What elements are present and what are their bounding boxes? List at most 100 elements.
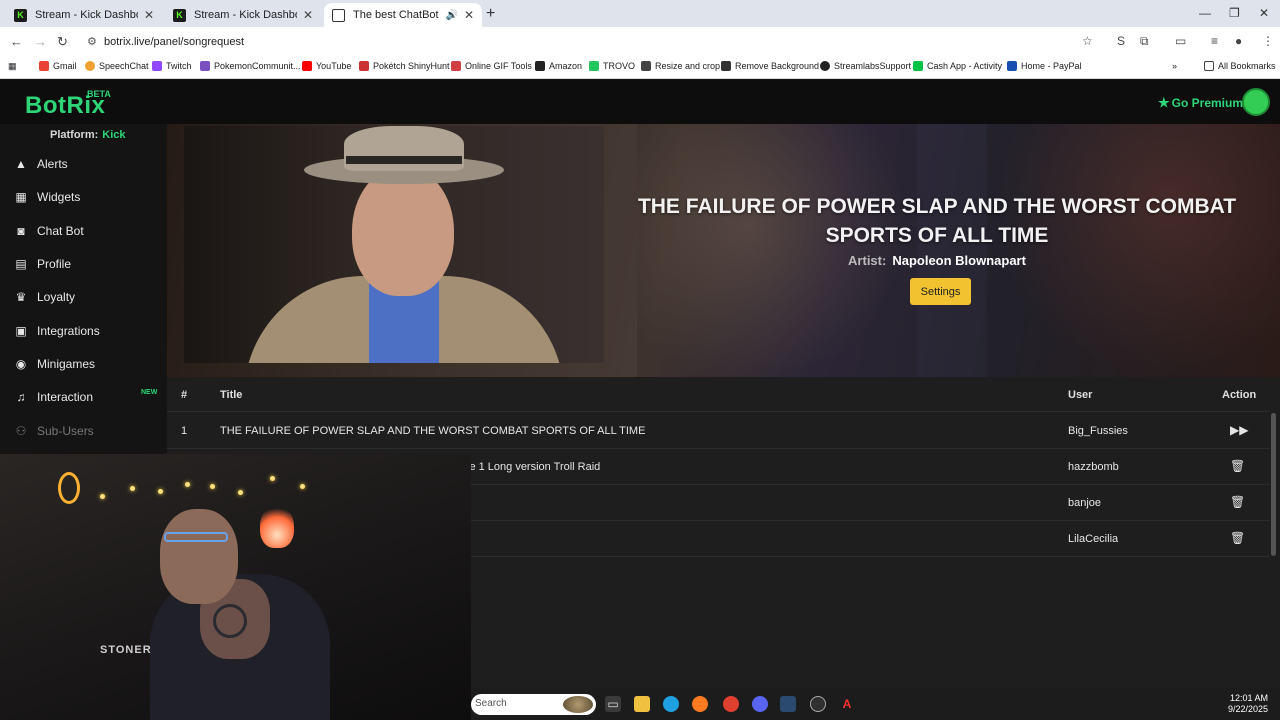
- bookmark-resize[interactable]: Resize and crop: [641, 61, 720, 71]
- all-bookmarks[interactable]: All Bookmarks: [1204, 61, 1276, 71]
- bookmark-twitch[interactable]: Twitch: [152, 61, 192, 71]
- trophy-icon: ♛: [15, 290, 27, 304]
- sidebar-item-integrations[interactable]: ▣ Integrations: [0, 317, 167, 345]
- bookmark-youtube[interactable]: YouTube: [302, 61, 351, 71]
- forward-icon[interactable]: →: [34, 34, 47, 49]
- site-settings-icon[interactable]: ⚙: [87, 35, 97, 48]
- sidebar-item-profile[interactable]: ▤ Profile: [0, 250, 167, 278]
- more-bookmarks-icon[interactable]: »: [1172, 61, 1177, 71]
- tab-title: Stream - Kick Dashboard: [35, 9, 138, 21]
- task-view-icon[interactable]: ▭: [605, 696, 621, 712]
- settings-button[interactable]: Settings: [910, 278, 971, 305]
- bookmark-pokemoncommunity[interactable]: PokemonCommunit...: [200, 61, 301, 71]
- bookmark-gif-tools[interactable]: Online GIF Tools: [451, 61, 532, 71]
- bookmark-poketch[interactable]: Pokétch ShinyHunt: [359, 61, 450, 71]
- menu-icon[interactable]: ⋮: [1262, 34, 1274, 48]
- bookmark-gmail[interactable]: Gmail: [39, 61, 77, 71]
- new-badge: NEW: [141, 389, 158, 396]
- close-icon[interactable]: ✕: [144, 8, 154, 22]
- taskbar-search[interactable]: Search: [471, 694, 596, 715]
- trash-icon[interactable]: 🗑: [1230, 495, 1245, 509]
- trovo-icon: [589, 61, 599, 71]
- poketch-icon: [359, 61, 369, 71]
- file-explorer-icon[interactable]: [634, 696, 650, 712]
- app-a-icon[interactable]: A: [839, 696, 855, 712]
- kick-icon: K: [173, 8, 186, 22]
- chrome-icon[interactable]: [723, 696, 739, 712]
- bookmark-trovo[interactable]: TROVO: [589, 61, 635, 71]
- firefox-icon[interactable]: [692, 696, 708, 712]
- sidebar-item-alerts[interactable]: ▲ Alerts: [0, 150, 167, 178]
- kick-icon: K: [14, 8, 27, 22]
- browser-tab-3[interactable]: The best ChatBot and Widg 🔊 ✕: [324, 3, 482, 27]
- go-premium-button[interactable]: ★ Go Premium: [1158, 95, 1243, 111]
- close-icon[interactable]: ✕: [464, 8, 474, 22]
- music-icon: ♫: [16, 390, 26, 404]
- windows-taskbar: Search ▭ A 12:01 AM 9/22/2025: [471, 688, 1280, 720]
- browser-tab-2[interactable]: K Stream - Kick Dashboard ✕: [165, 3, 321, 27]
- trash-icon[interactable]: 🗑: [1230, 531, 1245, 545]
- reload-icon[interactable]: ↻: [57, 34, 68, 50]
- video-thumbnail[interactable]: [184, 126, 604, 363]
- sidebar: Platform: Kick ▲ Alerts ▦ Widgets ◙ Chat Bot…: [0, 124, 167, 454]
- bookmark-cashapp[interactable]: Cash App - Activity: [913, 61, 1002, 71]
- github-icon: [820, 61, 830, 71]
- cast-icon[interactable]: ▭: [1175, 34, 1186, 48]
- sidebar-item-chat-bot[interactable]: ◙ Chat Bot: [0, 217, 167, 245]
- folder-icon: [1204, 61, 1214, 71]
- bookmark-remove-bg[interactable]: Remove Background: [721, 61, 819, 71]
- pokemon-community-icon: [200, 61, 210, 71]
- speaker-icon[interactable]: 🔊: [445, 10, 457, 21]
- edge-icon[interactable]: [663, 696, 679, 712]
- sidebar-item-interaction[interactable]: ♫ Interaction NEW: [0, 383, 167, 411]
- bookmark-star-icon[interactable]: ☆: [1082, 34, 1093, 48]
- system-clock[interactable]: 12:01 AM 9/22/2025: [1228, 693, 1268, 715]
- browser-tab-bar: K Stream - Kick Dashboard ✕ K Stream - K…: [0, 0, 1280, 27]
- bookmark-paypal[interactable]: Home - PayPal: [1007, 61, 1082, 71]
- paypal-icon: [1007, 61, 1017, 71]
- gif-tools-icon: [451, 61, 461, 71]
- media-icon[interactable]: ≡: [1211, 34, 1218, 48]
- now-playing-banner: THE FAILURE OF POWER SLAP AND THE WORST …: [167, 124, 1280, 377]
- gamepad-icon: ◉: [15, 357, 27, 371]
- sidebar-item-widgets[interactable]: ▦ Widgets: [0, 183, 167, 211]
- song-title: THE FAILURE OF POWER SLAP AND THE WORST …: [637, 195, 1237, 247]
- profile-icon[interactable]: ●: [1235, 34, 1242, 48]
- warning-icon: ▲: [15, 157, 27, 171]
- bookmarks-bar: ▦ Gmail SpeechChat Twitch PokemonCommuni…: [0, 57, 1280, 79]
- browser-tab-1[interactable]: K Stream - Kick Dashboard ✕: [6, 3, 162, 27]
- extension-s-icon[interactable]: S: [1117, 34, 1125, 48]
- artist-name: Napoleon Blownapart: [892, 253, 1026, 268]
- avatar[interactable]: [1242, 88, 1270, 116]
- flame-light: [260, 504, 294, 548]
- obs-icon[interactable]: [810, 696, 826, 712]
- star-icon: ★: [1158, 95, 1170, 110]
- restore-icon[interactable]: ❐: [1229, 6, 1240, 20]
- users-icon: ⚇: [15, 424, 27, 438]
- address-bar[interactable]: ⚙ botrix.live/panel/songrequest: [78, 30, 1108, 54]
- bookmark-streamlabs[interactable]: StreamlabsSupport: [820, 61, 911, 71]
- twitch-icon: [152, 61, 162, 71]
- discord-icon[interactable]: [752, 696, 768, 712]
- saturn-icon: [563, 696, 593, 713]
- new-tab-icon[interactable]: +: [486, 5, 495, 23]
- apps-icon[interactable]: ▦: [8, 61, 17, 72]
- grid-icon: ▦: [15, 190, 27, 204]
- back-icon[interactable]: ←: [10, 34, 23, 49]
- extensions-icon[interactable]: ⧉: [1140, 34, 1149, 49]
- window-close-icon[interactable]: ✕: [1259, 6, 1269, 20]
- sidebar-item-sub-users[interactable]: ⚇ Sub-Users: [0, 417, 167, 445]
- sidebar-item-minigames[interactable]: ◉ Minigames: [0, 350, 167, 378]
- table-scrollbar[interactable]: [1271, 413, 1276, 556]
- sidebar-item-loyalty[interactable]: ♛ Loyalty: [0, 283, 167, 311]
- steam-icon[interactable]: [780, 696, 796, 712]
- robot-icon: ◙: [17, 224, 25, 238]
- cashapp-icon: [913, 61, 923, 71]
- puzzle-icon: ▣: [15, 324, 27, 338]
- skip-icon[interactable]: ▶▶: [1230, 423, 1248, 437]
- trash-icon[interactable]: 🗑: [1230, 459, 1245, 473]
- bookmark-speechchat[interactable]: SpeechChat: [85, 61, 149, 71]
- close-icon[interactable]: ✕: [303, 8, 313, 22]
- bookmark-amazon[interactable]: Amazon: [535, 61, 582, 71]
- minimize-icon[interactable]: —: [1199, 6, 1211, 20]
